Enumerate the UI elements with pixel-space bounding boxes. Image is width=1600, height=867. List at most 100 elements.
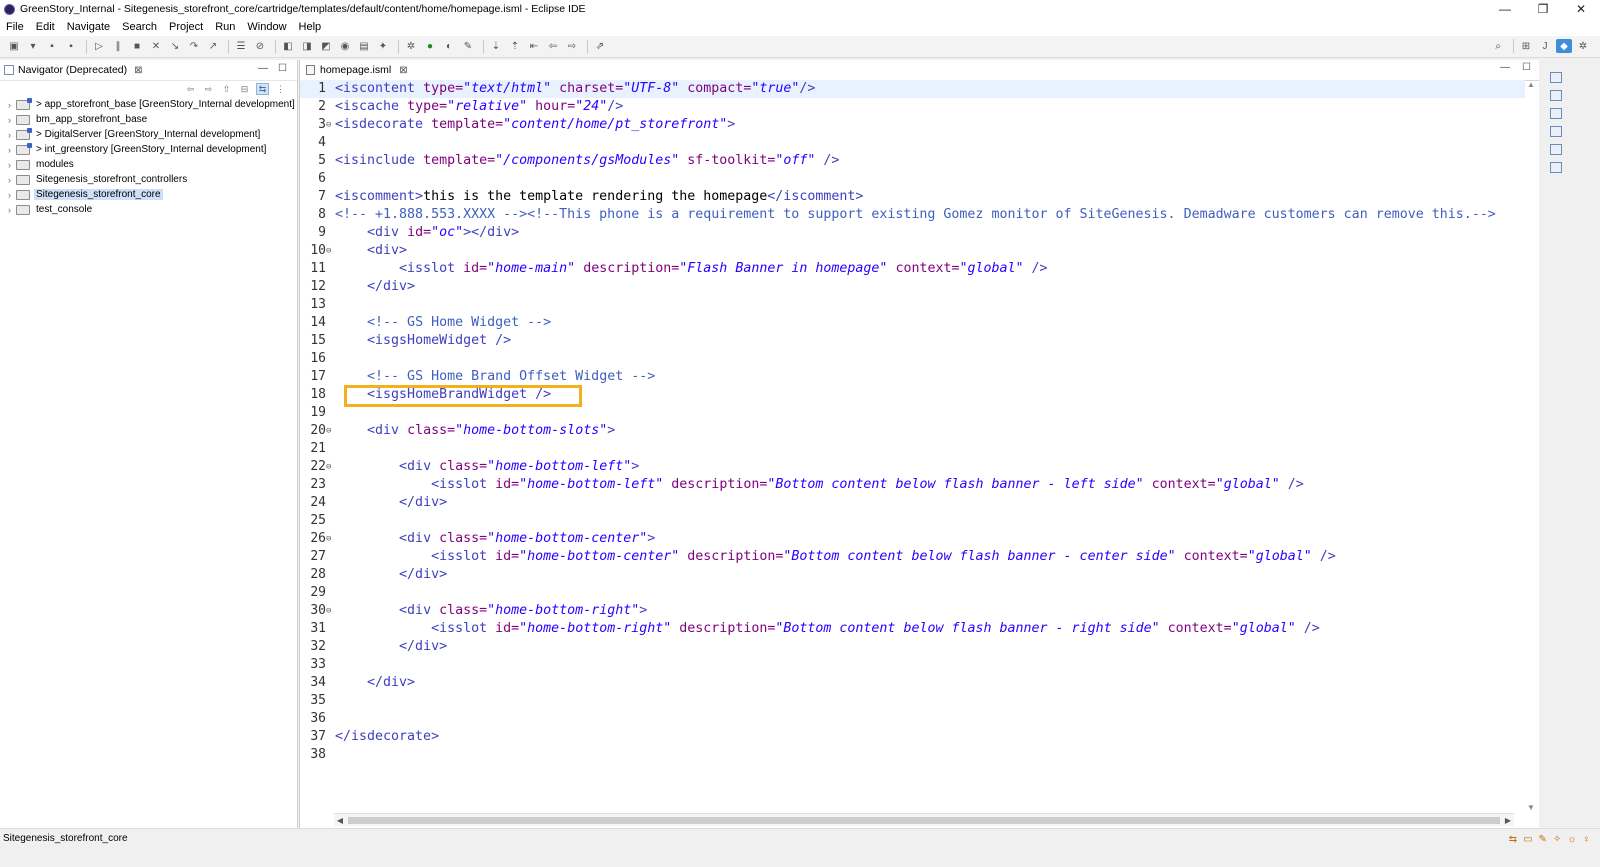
resource-perspective-icon[interactable]: ◆: [1556, 39, 1572, 53]
debug-icon[interactable]: ✲: [403, 40, 419, 54]
terminate-icon[interactable]: ■: [129, 40, 145, 54]
code-line[interactable]: 3 ⊖ <isdecorate template="content/home/pt_…: [300, 116, 1525, 134]
chevron-right-icon[interactable]: ›: [5, 160, 14, 170]
code-line[interactable]: 34 </div>: [300, 674, 1525, 692]
collapse-all-icon[interactable]: ⊟: [238, 83, 251, 95]
code-line[interactable]: 2 <iscache type="relative" hour="24"/>: [300, 98, 1525, 116]
menu-window[interactable]: Window: [241, 21, 292, 33]
code-editor[interactable]: 1 <iscontent type="text/html" charset="UT…: [300, 80, 1525, 812]
maximize-editor-icon[interactable]: ☐: [1522, 62, 1531, 73]
back-icon[interactable]: ⇦: [545, 40, 561, 54]
code-line[interactable]: 36: [300, 710, 1525, 728]
code-line[interactable]: 30 ⊖ <div class="home-bottom-right">: [300, 602, 1525, 620]
minimize-editor-icon[interactable]: —: [1500, 62, 1510, 73]
fold-toggle-icon[interactable]: ⊖: [326, 530, 335, 548]
menu-search[interactable]: Search: [116, 21, 163, 33]
chevron-right-icon[interactable]: ›: [5, 175, 14, 185]
code-line[interactable]: 8 <!-- +1.888.553.XXXX --><!--This phone …: [300, 206, 1525, 224]
code-line[interactable]: 17 <!-- GS Home Brand Offset Widget -->: [300, 368, 1525, 386]
code-line[interactable]: 15 <isgsHomeWidget />: [300, 332, 1525, 350]
tab-navigator[interactable]: Navigator (Deprecated) ⊠: [0, 64, 143, 76]
go-up-icon[interactable]: ⇧: [220, 83, 233, 95]
hint-icon[interactable]: ✧: [1553, 834, 1561, 845]
external-tools-icon[interactable]: ✎: [460, 40, 476, 54]
tree-item[interactable]: › test_console: [0, 202, 297, 217]
next-annotation-icon[interactable]: ⇣: [488, 40, 504, 54]
run-icon[interactable]: ●: [422, 40, 438, 54]
code-line[interactable]: 18 <isgsHomeBrandWidget />: [300, 386, 1525, 404]
tree-item[interactable]: › > DigitalServer [GreenStory_Internal de…: [0, 127, 297, 142]
code-line[interactable]: 23 <isslot id="home-bottom-left" descrip…: [300, 476, 1525, 494]
code-line[interactable]: 20 ⊖ <div class="home-bottom-slots">: [300, 422, 1525, 440]
code-line[interactable]: 33: [300, 656, 1525, 674]
bulb-icon[interactable]: ♀: [1583, 834, 1591, 845]
menu-help[interactable]: Help: [293, 21, 328, 33]
servers-icon[interactable]: [1550, 162, 1562, 173]
suspend-icon[interactable]: ∥: [110, 40, 126, 54]
code-line[interactable]: 16: [300, 350, 1525, 368]
resume-icon[interactable]: ▷: [91, 40, 107, 54]
open-type-icon[interactable]: ◧: [280, 40, 296, 54]
code-line[interactable]: 31 <isslot id="home-bottom-right" descri…: [300, 620, 1525, 638]
menu-run[interactable]: Run: [209, 21, 241, 33]
menu-edit[interactable]: Edit: [30, 21, 61, 33]
code-line[interactable]: 14 <!-- GS Home Widget -->: [300, 314, 1525, 332]
code-line[interactable]: 26 ⊖ <div class="home-bottom-center">: [300, 530, 1525, 548]
tree-item[interactable]: › > int_greenstory [GreenStory_Internal d…: [0, 142, 297, 157]
notification-icon[interactable]: ▭: [1523, 834, 1532, 845]
code-line[interactable]: 12 </div>: [300, 278, 1525, 296]
tree-item[interactable]: › modules: [0, 157, 297, 172]
open-task-icon[interactable]: ◩: [318, 40, 334, 54]
code-line[interactable]: 11 <isslot id="home-main" description="F…: [300, 260, 1525, 278]
scrollbar-thumb[interactable]: [348, 816, 1500, 824]
pin-editor-icon[interactable]: ⇗: [592, 40, 608, 54]
code-line[interactable]: 28 </div>: [300, 566, 1525, 584]
previous-annotation-icon[interactable]: ⇡: [507, 40, 523, 54]
maximize-view-icon[interactable]: ☐: [278, 63, 287, 74]
tasks-icon[interactable]: [1550, 126, 1562, 137]
fold-toggle-icon[interactable]: ⊖: [326, 458, 335, 476]
code-line[interactable]: 38: [300, 746, 1525, 764]
close-button[interactable]: ✕: [1562, 0, 1600, 18]
scroll-down-icon[interactable]: ▼: [1527, 803, 1535, 812]
skip-breakpoints-icon[interactable]: ⊘: [252, 40, 268, 54]
progress-icon[interactable]: ⇆: [1509, 834, 1517, 845]
tree-item[interactable]: › Sitegenesis_storefront_controllers: [0, 172, 297, 187]
open-perspective-icon[interactable]: ⊞: [1518, 39, 1534, 53]
minimize-button[interactable]: —: [1486, 0, 1524, 18]
database-icon[interactable]: ◉: [337, 40, 353, 54]
chevron-right-icon[interactable]: ›: [5, 130, 14, 140]
code-line[interactable]: 6: [300, 170, 1525, 188]
vertical-scrollbar[interactable]: ▲ ▼: [1525, 80, 1537, 812]
code-line[interactable]: 27 <isslot id="home-bottom-center" descr…: [300, 548, 1525, 566]
code-line[interactable]: 4: [300, 134, 1525, 152]
chevron-right-icon[interactable]: ›: [5, 205, 14, 215]
new-icon[interactable]: ▣: [6, 40, 22, 54]
java-perspective-icon[interactable]: J: [1537, 39, 1553, 53]
code-line[interactable]: 25: [300, 512, 1525, 530]
close-tab-icon[interactable]: ⊠: [134, 65, 142, 76]
open-resource-icon[interactable]: ◨: [299, 40, 315, 54]
scroll-up-icon[interactable]: ▲: [1527, 80, 1535, 89]
scroll-right-icon[interactable]: ▶: [1502, 816, 1514, 825]
code-line[interactable]: 32 </div>: [300, 638, 1525, 656]
fold-toggle-icon[interactable]: ⊖: [326, 242, 335, 260]
code-line[interactable]: 13: [300, 296, 1525, 314]
code-line[interactable]: 7 <iscomment>this is the template renderi…: [300, 188, 1525, 206]
code-line[interactable]: 10 ⊖ <div>: [300, 242, 1525, 260]
restore-button[interactable]: ❐: [1524, 0, 1562, 18]
step-into-icon[interactable]: ↘: [167, 40, 183, 54]
view-menu-icon[interactable]: ⋮: [274, 83, 287, 95]
tips-icon[interactable]: ✎: [1539, 834, 1547, 845]
back-nav-icon[interactable]: ⇦: [184, 83, 197, 95]
fold-toggle-icon[interactable]: ⊖: [326, 116, 335, 134]
code-line[interactable]: 1 <iscontent type="text/html" charset="UT…: [300, 80, 1525, 98]
code-line[interactable]: 5 <isinclude template="/components/gsModu…: [300, 152, 1525, 170]
restore-icon[interactable]: [1550, 72, 1562, 83]
menu-project[interactable]: Project: [163, 21, 209, 33]
save-icon[interactable]: ▪: [44, 40, 60, 54]
code-line[interactable]: 21: [300, 440, 1525, 458]
menu-file[interactable]: File: [0, 21, 30, 33]
new-wizard-icon[interactable]: ✦: [375, 40, 391, 54]
code-line[interactable]: 37 </isdecorate>: [300, 728, 1525, 746]
